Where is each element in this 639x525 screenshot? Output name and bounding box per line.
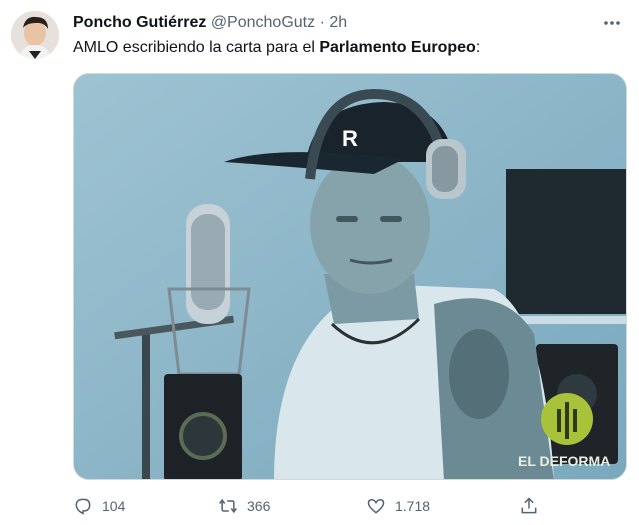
author-avatar[interactable] (11, 11, 59, 59)
reply-count: 104 (102, 498, 126, 514)
tweet-text-bold: Parlamento Europeo (319, 39, 476, 56)
like-icon (367, 498, 385, 514)
like-count: 1.718 (395, 498, 431, 514)
retweet-icon (219, 498, 237, 514)
tweet-actions: 104 366 1.718 (73, 494, 553, 518)
tweet-time[interactable]: 2h (329, 14, 347, 31)
retweet-button[interactable]: 366 (218, 494, 270, 518)
tweet-text-start: AMLO escribiendo la carta para el (73, 39, 320, 56)
retweet-count: 366 (247, 498, 271, 514)
watermark-text: EL DEFORMA (518, 453, 610, 469)
cap-logo-text: R (342, 126, 358, 151)
tweet-text: AMLO escribiendo la carta para el Parlam… (73, 38, 480, 58)
share-button[interactable] (519, 494, 539, 518)
tweet-media-image[interactable]: R EL DEFORMA (73, 73, 627, 480)
tweet-header: Poncho Gutiérrez @PonchoGutz · 2h (73, 12, 599, 34)
author-handle[interactable]: @PonchoGutz (211, 14, 315, 31)
like-button[interactable]: 1.718 (366, 494, 430, 518)
author-name[interactable]: Poncho Gutiérrez (73, 14, 206, 31)
share-icon (521, 497, 537, 514)
reply-icon (75, 498, 91, 515)
more-icon[interactable] (601, 12, 623, 34)
separator-dot: · (319, 14, 325, 31)
reply-button[interactable]: 104 (73, 494, 125, 518)
tweet-text-end: : (475, 39, 481, 56)
